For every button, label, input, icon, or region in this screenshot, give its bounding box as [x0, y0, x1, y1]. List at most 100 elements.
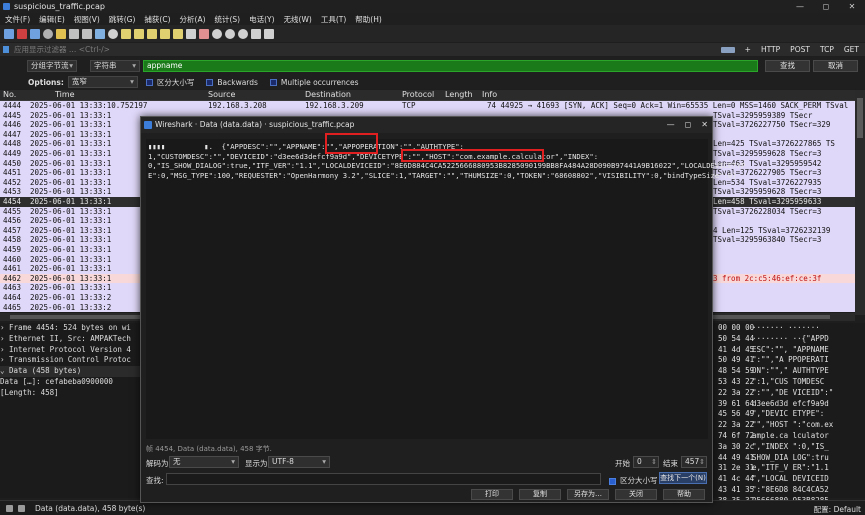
- first-packet-icon[interactable]: [160, 28, 170, 39]
- width-select[interactable]: 宽窄: [67, 76, 138, 88]
- column-source[interactable]: Source: [208, 90, 235, 99]
- column-info[interactable]: Info: [482, 90, 497, 99]
- checkbox-icon[interactable]: [206, 79, 214, 86]
- menu-capture[interactable]: 捕获(C): [144, 14, 170, 25]
- detail-tree-item[interactable]: ⌄ Data (458 bytes): [0, 366, 140, 377]
- save-as-button[interactable]: 另存为…: [567, 489, 609, 500]
- packet-list-scrollbar[interactable]: [855, 90, 865, 315]
- stop-icon[interactable]: [17, 28, 27, 39]
- gear-icon[interactable]: [43, 28, 53, 39]
- case-sensitive-option[interactable]: 区分大小写: [145, 77, 194, 88]
- window-controls: — ◻ ✕: [787, 0, 865, 13]
- show-as-select[interactable]: UTF-8: [268, 456, 330, 468]
- zoom-in-icon[interactable]: [212, 28, 222, 39]
- detail-tree-item[interactable]: › Internet Protocol Version 4: [0, 345, 140, 356]
- menu-analyze[interactable]: 分析(A): [180, 14, 206, 25]
- copy-button[interactable]: 复制: [519, 489, 561, 500]
- detail-tree-item[interactable]: Data […]: cefabeba0900000: [0, 377, 140, 388]
- colorize-icon[interactable]: [199, 28, 209, 39]
- search-input[interactable]: appname: [143, 60, 758, 72]
- filter-button-post[interactable]: POST: [790, 45, 810, 54]
- checkbox-icon[interactable]: [269, 79, 277, 86]
- checkbox-icon[interactable]: [609, 477, 616, 485]
- profile-indicator[interactable]: 配置: Default: [814, 504, 861, 515]
- apply-filter-icon[interactable]: [720, 46, 735, 53]
- zoom-reset-icon[interactable]: [238, 28, 248, 39]
- multiple-occurrences-option[interactable]: Multiple occurrences: [269, 78, 359, 87]
- column-no[interactable]: No.: [3, 90, 16, 99]
- menu-go[interactable]: 跳转(G): [109, 14, 136, 25]
- minimize-button[interactable]: —: [787, 0, 813, 13]
- add-filter-button[interactable]: +: [745, 45, 751, 54]
- resize-columns-icon[interactable]: [251, 28, 261, 39]
- detail-tree-item[interactable]: › Frame 4454: 524 bytes on wi: [0, 323, 140, 334]
- grid-icon[interactable]: [264, 28, 274, 39]
- packet-row[interactable]: 4444 2025-06-01 13:33:10.752197 192.168.3.…: [0, 101, 855, 111]
- autoscroll-icon[interactable]: [186, 28, 196, 39]
- last-packet-icon[interactable]: [173, 28, 183, 39]
- column-length[interactable]: Length: [445, 90, 473, 99]
- close-button[interactable]: ✕: [839, 0, 865, 13]
- search-type-select[interactable]: 字符串: [90, 60, 140, 72]
- dialog-close-text-button[interactable]: 关闭: [615, 489, 657, 500]
- search-icon[interactable]: [108, 28, 118, 39]
- filter-button-get[interactable]: GET: [844, 45, 859, 54]
- cell-no: 4463: [3, 283, 22, 293]
- menu-help[interactable]: 帮助(H): [355, 14, 382, 25]
- menu-view[interactable]: 视图(V): [74, 14, 100, 25]
- filter-button-http[interactable]: HTTP: [761, 45, 780, 54]
- dialog-minimize-button[interactable]: —: [667, 117, 675, 133]
- filter-button-tcp[interactable]: TCP: [820, 45, 834, 54]
- packet-details-pane[interactable]: › Frame 4454: 524 bytes on wi › Ethernet …: [0, 323, 140, 498]
- folder-open-icon[interactable]: [56, 28, 66, 39]
- find-button[interactable]: 查找: [765, 60, 810, 72]
- reload-icon[interactable]: [95, 28, 105, 39]
- checkbox-icon[interactable]: [145, 79, 153, 86]
- dialog-close-button[interactable]: ✕: [701, 117, 708, 133]
- detail-tree-item[interactable]: › Ethernet II, Src: AMPAKTech: [0, 334, 140, 345]
- go-to-packet-icon[interactable]: [147, 28, 157, 39]
- menu-tools[interactable]: 工具(T): [321, 14, 346, 25]
- dialog-help-button[interactable]: 帮助: [663, 489, 705, 500]
- edit-comment-icon[interactable]: [18, 505, 25, 512]
- bytes-line: 3a 30 2c","INDEX ":0,"IS_: [712, 442, 865, 453]
- decode-as-select[interactable]: 无: [169, 456, 239, 468]
- cell-no: 4448: [3, 139, 22, 149]
- shark-fin-icon[interactable]: [4, 28, 14, 39]
- restart-icon[interactable]: [30, 28, 40, 39]
- menu-wireless[interactable]: 无线(W): [284, 14, 312, 25]
- menu-statistics[interactable]: 统计(S): [215, 14, 241, 25]
- close-file-icon[interactable]: [82, 28, 92, 39]
- scroll-thumb[interactable]: [857, 98, 863, 138]
- backwards-option[interactable]: Backwards: [206, 78, 258, 87]
- column-time[interactable]: Time: [55, 90, 75, 99]
- column-destination[interactable]: Destination: [305, 90, 351, 99]
- bytes-line: 39 61 64d3ee6d3d efcf9a9d: [712, 399, 865, 410]
- zoom-out-icon[interactable]: [225, 28, 235, 39]
- packet-bytes-pane[interactable]: 00 00 00······· ······· 50 54 44········ …: [712, 323, 865, 505]
- detail-tree-item[interactable]: › Transmission Control Protoc: [0, 355, 140, 366]
- menu-telephony[interactable]: 电话(Y): [249, 14, 274, 25]
- end-spinbox[interactable]: 457: [681, 456, 707, 468]
- dialog-maximize-button[interactable]: ◻: [685, 117, 692, 133]
- start-spinbox[interactable]: 0: [633, 456, 659, 468]
- find-next-button[interactable]: 查找下一个(N): [659, 472, 707, 484]
- bytes-line: 45 56 49","DEVIC ETYPE":: [712, 409, 865, 420]
- detail-tree-item[interactable]: [Length: 458]: [0, 388, 140, 399]
- dialog-find-input[interactable]: [166, 473, 601, 485]
- dialog-case-option[interactable]: 区分大小写: [609, 475, 658, 486]
- cancel-search-button[interactable]: 取消: [813, 60, 858, 72]
- display-filter-placeholder[interactable]: 应用显示过滤器 … <Ctrl-/>: [14, 44, 110, 55]
- bookmark-icon[interactable]: [3, 46, 9, 53]
- print-button[interactable]: 打印: [471, 489, 513, 500]
- display-filter-bar[interactable]: 应用显示过滤器 … <Ctrl-/> + HTTP POST TCP GET: [0, 43, 865, 56]
- back-arrow-icon[interactable]: [121, 28, 131, 39]
- menu-file[interactable]: 文件(F): [5, 14, 30, 25]
- menu-edit[interactable]: 编辑(E): [39, 14, 65, 25]
- column-protocol[interactable]: Protocol: [402, 90, 434, 99]
- search-scope-select[interactable]: 分组字节流: [27, 60, 77, 72]
- save-icon[interactable]: [69, 28, 79, 39]
- packet-bytes-text[interactable]: ▮▮▮▮ ▮. {"APPDESC":"","APPNAME":"","APPO…: [146, 133, 745, 439]
- forward-arrow-icon[interactable]: [134, 28, 144, 39]
- maximize-button[interactable]: ◻: [813, 0, 839, 13]
